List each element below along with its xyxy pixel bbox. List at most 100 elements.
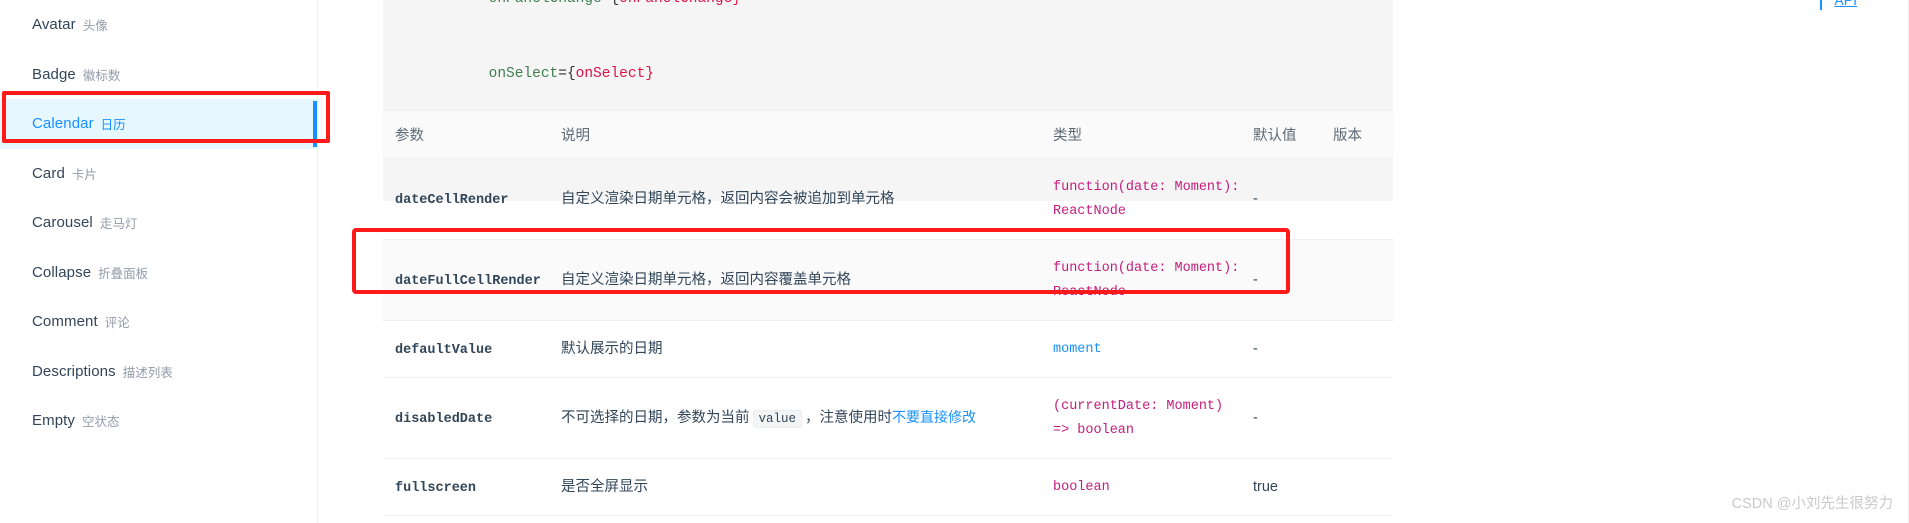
sidebar-item-label-en: Avatar xyxy=(32,16,76,34)
type-signature: moment xyxy=(1053,342,1102,357)
anchor-nav: API xyxy=(1820,0,1857,10)
param-name: dateCellRender xyxy=(395,192,509,208)
cell-param: defaultValue xyxy=(383,320,561,378)
sidebar-menu-list: Avatar 头像 Badge 徽标数 Calendar 日历 Card 卡片 Carousel… xyxy=(0,0,317,446)
sidebar-item-label-cn: 评论 xyxy=(104,316,130,331)
code-brace: } xyxy=(645,66,654,82)
sidebar-item-collapse[interactable]: Collapse 折叠面板 xyxy=(0,248,317,298)
cell-version xyxy=(1333,458,1393,516)
desc-text: 默认展示的日期 xyxy=(561,341,663,357)
default-value: true xyxy=(1253,479,1278,495)
sidebar-item-label-en: Descriptions xyxy=(32,362,116,380)
sidebar-item-label-en: Carousel xyxy=(32,214,93,232)
cell-version xyxy=(1333,158,1393,240)
sidebar-item-calendar[interactable]: Calendar 日历 xyxy=(0,99,317,149)
code-attribute: onPanelChange xyxy=(489,0,602,7)
documentation-page: Avatar 头像 Badge 徽标数 Calendar 日历 Card 卡片 Carousel… xyxy=(0,0,1909,523)
cell-type: function(date: Moment): ReactNode xyxy=(1053,158,1253,240)
cell-description: 自定义渲染日期单元格，返回内容会被追加到单元格 xyxy=(561,158,1053,240)
sidebar-item-label-en: Comment xyxy=(32,313,98,331)
desc-inline-code: value xyxy=(752,409,803,428)
cell-default: - xyxy=(1253,158,1333,240)
desc-text: 自定义渲染日期单元格，返回内容会被追加到单元格 xyxy=(561,191,895,207)
cell-description: 默认展示的日期 xyxy=(561,320,1053,378)
code-equals: ={ xyxy=(558,66,576,82)
default-value: - xyxy=(1253,272,1258,288)
sidebar-item-label-cn: 徽标数 xyxy=(82,68,121,83)
anchor-link-api[interactable]: API xyxy=(1834,0,1857,8)
desc-text: 自定义渲染日期单元格，返回内容覆盖单元格 xyxy=(561,272,851,288)
type-signature: boolean xyxy=(1053,480,1110,495)
cell-param: dateCellRender xyxy=(383,158,561,240)
sidebar-item-avatar[interactable]: Avatar 头像 xyxy=(0,0,317,50)
sidebar-item-label-cn: 日历 xyxy=(100,118,126,133)
cell-default: - xyxy=(1253,320,1333,378)
sidebar-item-badge[interactable]: Badge 徽标数 xyxy=(0,50,317,100)
sidebar-item-label-cn: 头像 xyxy=(82,19,108,34)
cell-version xyxy=(1333,320,1393,378)
column-header-desc: 说明 xyxy=(561,110,1053,159)
column-header-type: 类型 xyxy=(1053,110,1253,159)
cell-version xyxy=(1333,239,1393,321)
watermark: CSDN @小刘先生很努力 xyxy=(1731,496,1893,512)
sidebar-item-label-en: Card xyxy=(32,164,65,182)
type-signature: function(date: Moment): ReactNode xyxy=(1053,261,1240,300)
code-attribute: onSelect xyxy=(488,66,559,82)
desc-link[interactable]: 不要直接修改 xyxy=(892,409,976,425)
cell-description: 不可选择的日期，参数为当前 value ，注意使用时不要直接修改 xyxy=(561,377,1053,459)
table-row: dateFullCellRender 自定义渲染日期单元格，返回内容覆盖单元格 fu… xyxy=(383,239,1393,321)
param-name: defaultValue xyxy=(395,342,493,358)
sidebar-item-label-cn: 描述列表 xyxy=(122,365,173,380)
sidebar-item-card[interactable]: Card 卡片 xyxy=(0,149,317,199)
sidebar-item-label-cn: 走马灯 xyxy=(99,217,138,232)
cell-param: fullscreen xyxy=(383,458,561,516)
api-table-body: dateCellRender 自定义渲染日期单元格，返回内容会被追加到单元格 fun… xyxy=(383,158,1393,516)
cell-description: 自定义渲染日期单元格，返回内容覆盖单元格 xyxy=(561,239,1053,321)
code-value: onPanelChange xyxy=(619,0,732,7)
sidebar-item-label-cn: 空状态 xyxy=(82,415,120,430)
sidebar-item-comment[interactable]: Comment 评论 xyxy=(0,297,317,347)
cell-type: (currentDate: Moment) => boolean xyxy=(1053,377,1253,459)
component-sidebar: Avatar 头像 Badge 徽标数 Calendar 日历 Card 卡片 Carousel… xyxy=(0,0,318,523)
cell-type: moment xyxy=(1053,320,1253,378)
type-signature: function(date: Moment): ReactNode xyxy=(1053,180,1240,219)
desc-middle: ，注意使用时 xyxy=(805,409,893,426)
sidebar-item-label-cn: 卡片 xyxy=(71,167,97,182)
code-value: onSelect xyxy=(575,66,646,82)
param-name: dateFullCellRender xyxy=(395,273,541,289)
cell-default: true xyxy=(1253,458,1333,516)
code-equals: ={ xyxy=(602,0,619,7)
cell-type: boolean xyxy=(1053,458,1253,516)
desc-prefix: 不可选择的日期，参数为当前 xyxy=(561,409,750,426)
sidebar-item-empty[interactable]: Empty 空状态 xyxy=(0,396,317,446)
code-brace: } xyxy=(732,0,741,7)
column-header-default: 默认值 xyxy=(1253,110,1333,159)
column-header-version: 版本 xyxy=(1333,110,1393,159)
desc-text: 是否全屏显示 xyxy=(561,479,648,495)
api-table-head: 参数 说明 类型 默认值 版本 xyxy=(383,110,1393,159)
default-value: - xyxy=(1253,410,1258,426)
cell-type: function(date: Moment): ReactNode xyxy=(1053,239,1253,321)
api-table-header-row: 参数 说明 类型 默认值 版本 xyxy=(383,110,1393,159)
table-row: defaultValue 默认展示的日期 moment - xyxy=(383,320,1393,378)
cell-param: dateFullCellRender xyxy=(383,239,561,321)
sidebar-item-label-en: Collapse xyxy=(32,263,92,281)
cell-param: disabledDate xyxy=(383,377,561,459)
sidebar-item-descriptions[interactable]: Descriptions 描述列表 xyxy=(0,347,317,397)
cell-description: 是否全屏显示 xyxy=(561,458,1053,516)
default-value: - xyxy=(1253,341,1258,357)
code-line: onSelect={onSelect} xyxy=(383,37,1393,112)
cell-default: - xyxy=(1253,377,1333,459)
table-row: disabledDate 不可选择的日期，参数为当前 value ，注意使用时不要直接… xyxy=(383,377,1393,459)
sidebar-item-label-en: Calendar xyxy=(32,115,94,133)
default-value: - xyxy=(1253,191,1258,207)
code-line: onPanelChange={onPanelChange} xyxy=(383,0,1393,37)
table-row: fullscreen 是否全屏显示 boolean true xyxy=(383,458,1393,516)
cell-default: - xyxy=(1253,239,1333,321)
main-content: onPanelChange={onPanelChange} onSelect={… xyxy=(318,0,1909,523)
sidebar-item-label-cn: 折叠面板 xyxy=(98,266,149,281)
sidebar-item-label-en: Empty xyxy=(32,412,76,430)
sidebar-item-carousel[interactable]: Carousel 走马灯 xyxy=(0,198,317,248)
sidebar-item-label-en: Badge xyxy=(32,65,76,83)
type-signature: (currentDate: Moment) => boolean xyxy=(1053,399,1224,438)
